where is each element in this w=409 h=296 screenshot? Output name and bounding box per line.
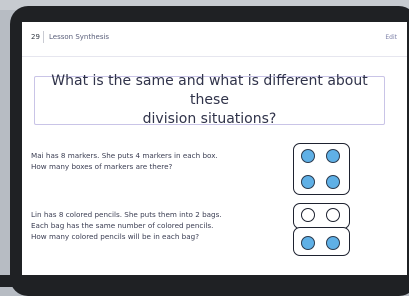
bag-diagram-1 <box>293 203 350 229</box>
blue-circle-icon <box>326 149 340 163</box>
blue-circle-icon <box>301 236 315 250</box>
prompt-text: What is the same and what is different a… <box>51 72 369 129</box>
empty-circle-icon <box>301 208 315 222</box>
blue-circle-icon <box>301 149 315 163</box>
bag-diagram-2 <box>293 227 350 256</box>
situation-2-text: Lin has 8 colored pencils. She puts them… <box>31 209 281 242</box>
blue-circle-icon <box>301 175 315 189</box>
situation-2-line-1: Lin has 8 colored pencils. She puts them… <box>31 210 222 219</box>
situation-1-line-1: Mai has 8 markers. She puts 4 markers in… <box>31 151 218 160</box>
lesson-header: 29 Lesson Synthesis Edit <box>22 22 407 57</box>
page-number: 29 <box>31 33 40 41</box>
prompt-line-1: What is the same and what is different a… <box>51 73 368 108</box>
situation-2-line-3: How many colored pencils will be in each… <box>31 232 200 241</box>
tablet-bottom-edge <box>0 275 409 287</box>
blue-circle-icon <box>326 236 340 250</box>
situation-2-line-2: Each bag has the same number of colored … <box>31 221 214 230</box>
lesson-screen: 29 Lesson Synthesis Edit What is the sam… <box>22 22 407 275</box>
blue-circle-icon <box>326 175 340 189</box>
empty-circle-icon <box>326 208 340 222</box>
header-divider <box>43 31 44 43</box>
discussion-prompt: What is the same and what is different a… <box>34 73 385 127</box>
prompt-line-2: division situations? <box>142 111 277 127</box>
marker-box-diagram <box>293 143 350 195</box>
situation-1-text: Mai has 8 markers. She puts 4 markers in… <box>31 150 281 172</box>
situation-1-line-2: How many boxes of markers are there? <box>31 162 173 171</box>
edit-button[interactable]: Edit <box>385 34 397 41</box>
breadcrumb[interactable]: Lesson Synthesis <box>49 33 109 41</box>
